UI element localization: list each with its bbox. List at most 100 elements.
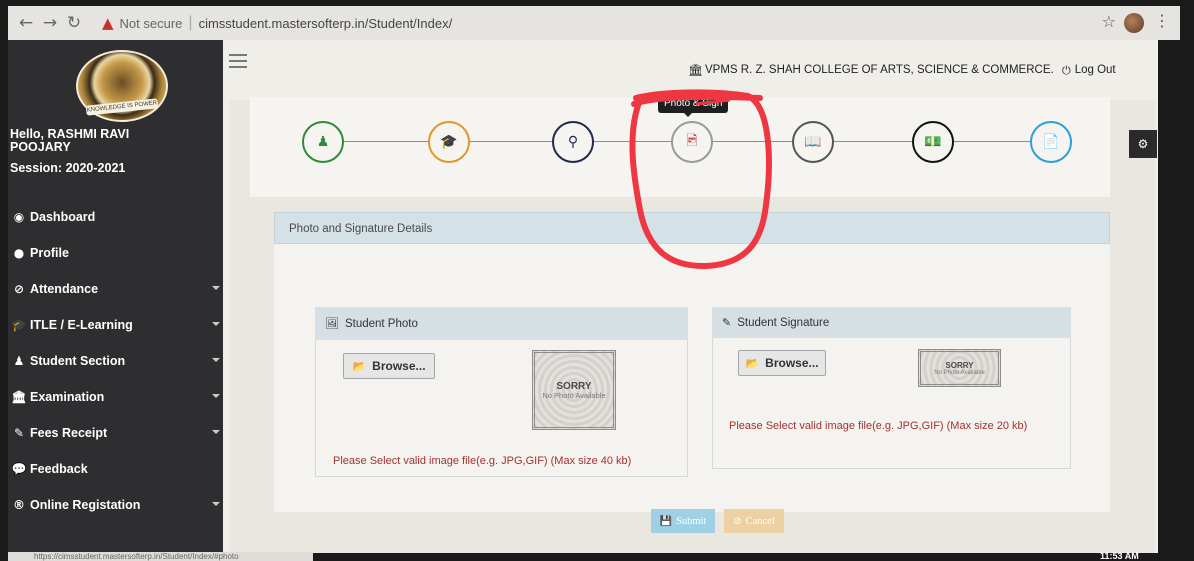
- dashboard-icon: ◉: [13, 210, 25, 224]
- graduation-cap-icon: 🎓: [11, 318, 27, 332]
- sidebar-item-profile[interactable]: ● Profile: [10, 242, 220, 264]
- map-marker-icon: ⚲: [567, 134, 579, 150]
- pencil-icon: ✎: [722, 316, 732, 329]
- clock-icon: ⊘: [13, 282, 25, 296]
- sidebar-item-itle-e-learning[interactable]: 🎓 ITLE / E-Learning: [10, 314, 220, 336]
- forward-arrow-icon[interactable]: →: [38, 13, 62, 33]
- hamburger-menu-icon[interactable]: [229, 54, 247, 68]
- photo-placeholder-image: SORRY No Photo Available: [532, 350, 616, 430]
- folder-open-icon: 📂: [352, 359, 367, 373]
- session-label: Session: 2020-2021: [10, 161, 126, 175]
- book-icon: 📖: [804, 134, 822, 150]
- taskbar-clock: 11:53 AM: [1100, 551, 1139, 561]
- caret-down-icon: [212, 502, 220, 506]
- photo-browse-button[interactable]: 📂 Browse...: [343, 353, 435, 379]
- caret-down-icon: [212, 358, 220, 362]
- photo-placeholder-sorry: SORRY: [556, 380, 592, 392]
- wizard-step-4[interactable]: 🖻: [671, 121, 713, 163]
- browser-menu-icon[interactable]: ⋮: [1154, 11, 1170, 30]
- chat-icon: 💬: [11, 462, 27, 476]
- sidebar-item-feedback[interactable]: 💬 Feedback: [10, 458, 220, 480]
- pencil-icon: ✎: [13, 426, 25, 440]
- student-photo-title: Student Photo: [344, 317, 418, 330]
- sidebar-item-label: Fees Receipt: [30, 426, 108, 440]
- college-name: VPMS R. Z. SHAH COLLEGE OF ARTS, SCIENCE…: [705, 64, 1054, 76]
- caret-down-icon: [212, 322, 220, 326]
- logout-button[interactable]: ⏻ Log Out: [1062, 64, 1116, 78]
- money-icon: 💵: [924, 134, 942, 150]
- sidebar-item-label: Feedback: [30, 462, 88, 476]
- caret-down-icon: [212, 394, 220, 398]
- sidebar-item-fees-receipt[interactable]: ✎ Fees Receipt: [10, 422, 220, 444]
- wizard-step-2[interactable]: 🎓: [428, 121, 470, 163]
- wizard-step-5[interactable]: 📖: [792, 121, 834, 163]
- user-icon: ♟: [13, 354, 25, 368]
- submit-button[interactable]: 💾 Submit: [651, 509, 715, 533]
- user-circle-icon: ●: [13, 246, 25, 260]
- security-label[interactable]: Not secure: [120, 16, 183, 31]
- power-icon: ⏻: [1062, 64, 1071, 77]
- college-logo: KNOWLEDGE IS POWER: [76, 50, 168, 122]
- sidebar-item-student-section[interactable]: ♟ Student Section: [10, 350, 220, 372]
- sidebar-item-label: Examination: [30, 390, 105, 404]
- cancel-button[interactable]: ⊘ Cancel: [724, 509, 784, 533]
- folder-open-icon: 📂: [745, 356, 760, 370]
- student-signature-header: ✎ Student Signature: [712, 307, 1071, 338]
- image-icon: 🖼: [325, 317, 339, 330]
- student-photo-header: 🖼 Student Photo: [315, 307, 688, 340]
- sidebar-item-label: Profile: [30, 246, 69, 260]
- panel-heading: Photo and Signature Details: [274, 212, 1110, 244]
- settings-gear-button[interactable]: ⚙: [1129, 130, 1157, 158]
- save-icon: 💾: [659, 515, 673, 527]
- sidebar: KNOWLEDGE IS POWER Hello, RASHMI RAVI PO…: [8, 40, 223, 553]
- user-icon: ♟: [316, 134, 330, 150]
- screenshot-frame: ← → ↻ ▲ Not secure | cimsstudent.masters…: [0, 0, 1194, 561]
- address-bar[interactable]: cimsstudent.mastersofterp.in/Student/Ind…: [199, 16, 453, 31]
- sidebar-item-label: Dashboard: [30, 210, 96, 224]
- bank-icon: 🏛: [11, 390, 27, 404]
- signature-placeholder-image: SORRY No Photo Available: [918, 349, 1001, 387]
- wizard-step-7[interactable]: 📄: [1030, 121, 1072, 163]
- warning-icon[interactable]: ▲: [102, 14, 114, 32]
- sidebar-item-label: Online Registation: [30, 498, 141, 512]
- file-icon: 📄: [1042, 134, 1060, 150]
- wizard-step-3[interactable]: ⚲: [552, 121, 594, 163]
- submit-label: Submit: [676, 515, 707, 527]
- back-arrow-icon[interactable]: ←: [14, 13, 38, 33]
- sidebar-item-dashboard[interactable]: ◉ Dashboard: [10, 206, 220, 228]
- sidebar-item-attendance[interactable]: ⊘ Attendance: [10, 278, 220, 300]
- cancel-label: Cancel: [745, 515, 775, 527]
- wizard-step-1[interactable]: ♟: [302, 121, 344, 163]
- cancel-icon: ⊘: [733, 515, 742, 527]
- student-signature-title: Student Signature: [737, 316, 830, 329]
- user-greeting: Hello, RASHMI RAVI POOJARY: [10, 127, 130, 154]
- url-separator: |: [188, 14, 193, 31]
- graduation-cap-icon: 🎓: [440, 134, 458, 150]
- signature-placeholder-sorry: SORRY: [945, 360, 974, 370]
- bank-icon: 🏛: [688, 63, 704, 77]
- reload-icon[interactable]: ↻: [62, 13, 86, 33]
- browser-toolbar: ← → ↻ ▲ Not secure | cimsstudent.masters…: [8, 6, 1180, 40]
- step-tooltip: Photo & Sign: [658, 94, 729, 117]
- sidebar-item-label: ITLE / E-Learning: [30, 318, 133, 332]
- photo-browse-label: Browse...: [372, 359, 426, 373]
- photo-placeholder-text: No Photo Available: [542, 390, 606, 400]
- caret-down-icon: [212, 430, 220, 434]
- sidebar-item-online-registation[interactable]: ® Online Registation: [10, 494, 220, 516]
- wizard-step-6[interactable]: 💵: [912, 121, 954, 163]
- logo-ribbon: KNOWLEDGE IS POWER: [85, 98, 159, 116]
- registered-icon: ®: [13, 498, 25, 512]
- image-icon: 🖻: [686, 133, 698, 149]
- signature-browse-button[interactable]: 📂 Browse...: [738, 350, 826, 376]
- bookmark-star-icon[interactable]: ☆: [1102, 12, 1116, 31]
- caret-down-icon: [212, 286, 220, 290]
- photo-hint-text: Please Select valid image file(e.g. JPG,…: [333, 455, 632, 467]
- signature-placeholder-text: No Photo Available: [934, 369, 985, 376]
- sidebar-item-label: Student Section: [30, 354, 126, 368]
- signature-browse-label: Browse...: [765, 356, 819, 370]
- status-bar-url: https://cimsstudent.mastersofterp.in/Stu…: [8, 552, 313, 561]
- sidebar-item-label: Attendance: [30, 282, 99, 296]
- sidebar-item-examination[interactable]: 🏛 Examination: [10, 386, 220, 408]
- logout-label: Log Out: [1074, 64, 1116, 76]
- browser-profile-avatar[interactable]: [1124, 13, 1144, 33]
